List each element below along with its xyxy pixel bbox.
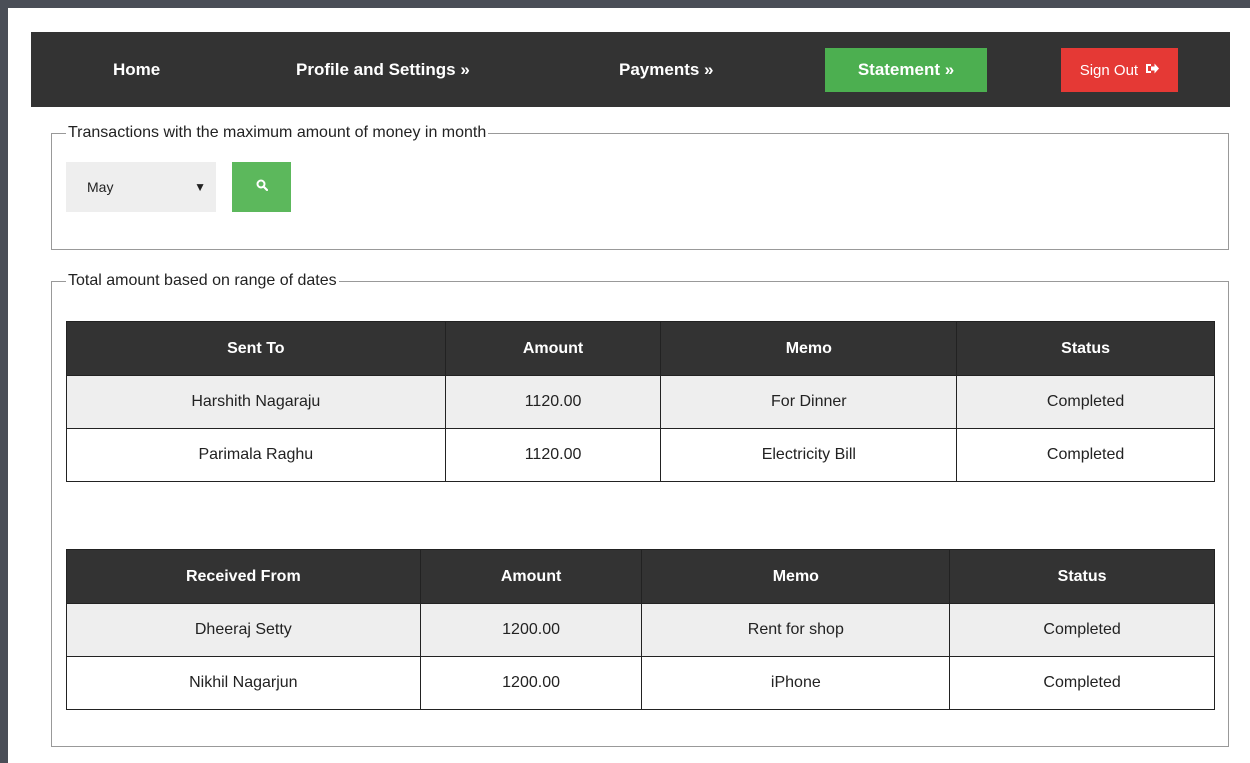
sign-out-button[interactable]: Sign Out	[1061, 48, 1178, 92]
table-cell: 1200.00	[419, 656, 643, 710]
column-header: Sent To	[66, 321, 446, 376]
window-frame-left	[0, 0, 8, 763]
table-cell: Parimala Raghu	[66, 428, 446, 482]
table-cell: For Dinner	[660, 375, 958, 429]
table-row: Parimala Raghu 1120.00 Electricity Bill …	[66, 428, 1215, 482]
month-select[interactable]: May ▼	[66, 162, 216, 212]
sign-out-label: Sign Out	[1079, 62, 1139, 79]
max-transactions-legend: Transactions with the maximum amount of …	[68, 124, 487, 141]
table-cell: Rent for shop	[641, 603, 951, 657]
top-navbar: Home Profile and Settings » Payments » S…	[31, 32, 1230, 107]
table-row: Dheeraj Setty 1200.00 Rent for shop Comp…	[66, 603, 1215, 657]
column-header: Status	[949, 549, 1215, 604]
nav-profile-settings-link[interactable]: Profile and Settings »	[296, 32, 470, 107]
table-header-row: Received From Amount Memo Status	[66, 549, 1215, 604]
table-row: Nikhil Nagarjun 1200.00 iPhone Completed	[66, 656, 1215, 710]
column-header: Status	[956, 321, 1215, 376]
window-frame-top	[0, 0, 1250, 8]
table-cell: Completed	[956, 375, 1215, 429]
column-header: Memo	[641, 549, 951, 604]
table-cell: 1120.00	[444, 428, 662, 482]
table-cell: Electricity Bill	[660, 428, 958, 482]
nav-statement-label: Statement »	[857, 60, 955, 79]
table-cell: iPhone	[641, 656, 951, 710]
search-icon	[256, 178, 268, 196]
column-header: Amount	[419, 549, 643, 604]
table-cell: Completed	[956, 428, 1215, 482]
table-row: Harshith Nagaraju 1120.00 For Dinner Com…	[66, 375, 1215, 429]
dropdown-arrow-icon: ▼	[194, 180, 206, 194]
column-header: Received From	[66, 549, 421, 604]
received-transactions-table: Received From Amount Memo Status Dheeraj…	[66, 549, 1215, 710]
table-cell: 1120.00	[444, 375, 662, 429]
column-header: Memo	[660, 321, 958, 376]
nav-payments-link[interactable]: Payments »	[619, 32, 714, 107]
table-cell: Completed	[949, 603, 1215, 657]
sign-out-icon	[1145, 48, 1160, 92]
nav-statement-button[interactable]: Statement »	[825, 48, 987, 92]
table-cell: Nikhil Nagarjun	[66, 656, 421, 710]
table-cell: 1200.00	[419, 603, 643, 657]
sent-transactions-table: Sent To Amount Memo Status Harshith Naga…	[66, 321, 1215, 482]
max-transactions-section: Transactions with the maximum amount of …	[51, 124, 1229, 250]
table-cell: Completed	[949, 656, 1215, 710]
date-range-legend: Total amount based on range of dates	[68, 272, 337, 289]
search-button[interactable]	[232, 162, 291, 212]
column-header: Amount	[444, 321, 662, 376]
month-select-value: May	[87, 179, 114, 195]
table-header-row: Sent To Amount Memo Status	[66, 321, 1215, 376]
table-cell: Dheeraj Setty	[66, 603, 421, 657]
table-cell: Harshith Nagaraju	[66, 375, 446, 429]
nav-home-link[interactable]: Home	[113, 32, 160, 107]
